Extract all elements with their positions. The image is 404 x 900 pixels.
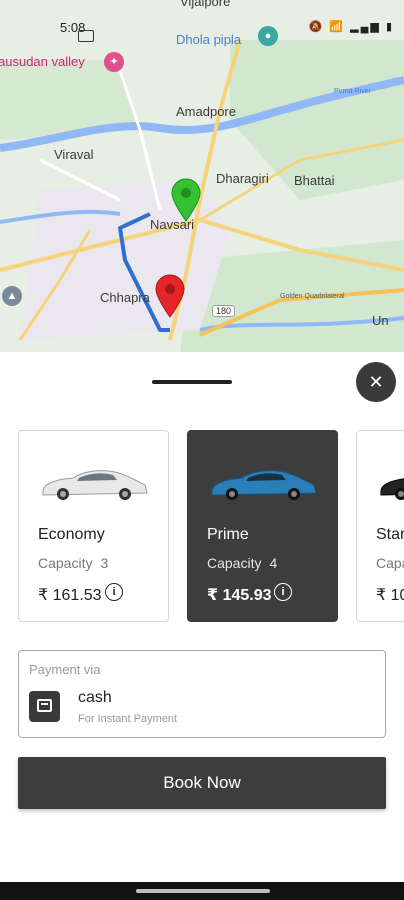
system-nav-bar [0,882,404,900]
status-icons: 🔕 📶 ▂▄▆ ▮ [309,20,394,33]
vehicle-name: Prime [207,526,249,543]
vehicle-card-star[interactable]: Star Capa ₹ 10 [356,430,404,622]
book-now-button[interactable]: Book Now [18,757,386,809]
map-label-bhattai: Bhattai [294,173,335,188]
payment-method: cash [78,689,112,706]
home-gesture-pill[interactable] [136,889,270,893]
pickup-pin-icon [171,178,201,222]
vehicle-card-economy[interactable]: Economy Capacity 3 ₹ 161.53 i [18,430,169,622]
map-label-vijalpore: Vijalpore [180,0,231,9]
map-label-river: Purna River [334,88,371,95]
car-prime-icon [211,470,317,500]
vehicle-name: Star [376,526,404,543]
close-button[interactable]: ✕ [356,362,396,402]
map-label-dharagiri: Dharagiri [216,171,269,186]
poi-pink-icon: ✦ [104,52,124,72]
payment-subtext: For Instant Payment [78,713,178,725]
vehicle-capacity: Capacity 3 [38,555,109,571]
car-star-icon [380,478,404,500]
payment-method-selector[interactable]: Payment via cash For Instant Payment [18,650,386,738]
poi-school-icon: ▲ [2,286,22,306]
map-label-un: Un [372,313,389,328]
mute-icon: 🔕 [308,21,325,33]
wifi-icon: 📶 [329,21,346,33]
map-label-golden-quad: Golden Quadrilateral [280,293,345,300]
map-label-viraval: Viraval [54,147,94,162]
vehicle-price: ₹ 10 [376,587,404,604]
vehicle-card-prime[interactable]: Prime Capacity 4 ₹ 145.93 i [187,430,338,622]
payment-via-label: Payment via [29,662,101,677]
close-icon: ✕ [368,371,384,392]
drop-pin-icon [155,274,185,318]
battery-icon: ▮ [385,21,394,33]
vehicle-name: Economy [38,526,105,543]
vehicle-capacity: Capacity 4 [207,555,278,571]
status-bar: 5:08 🔕 📶 ▂▄▆ ▮ [0,18,404,42]
map-label-madhusudan: ausudan valley [0,54,85,69]
map-label-chhapra: Chhapra [100,290,150,305]
info-icon[interactable]: i [274,583,292,601]
vehicle-price: ₹ 145.93 [207,587,272,604]
drag-handle[interactable] [152,380,232,384]
vehicle-capacity: Capa [376,555,404,571]
signal-icon: ▂▄▆ [350,21,381,33]
sim-icon [78,30,94,42]
map-label-amadpore: Amadpore [176,104,236,119]
wallet-icon [29,691,60,722]
car-economy-icon [42,470,148,500]
ride-selection-sheet: ✕ Economy Capacity 3 ₹ 161.53 i Prime Ca… [0,352,404,900]
vehicle-list[interactable]: Economy Capacity 3 ₹ 161.53 i Prime Capac… [18,430,404,624]
vehicle-price: ₹ 161.53 [38,587,102,604]
highway-shield: 180 [212,305,236,317]
route-map[interactable]: Vijalpore ausudan valley Dhola pipla Ama… [0,0,404,356]
info-icon[interactable]: i [105,583,123,601]
